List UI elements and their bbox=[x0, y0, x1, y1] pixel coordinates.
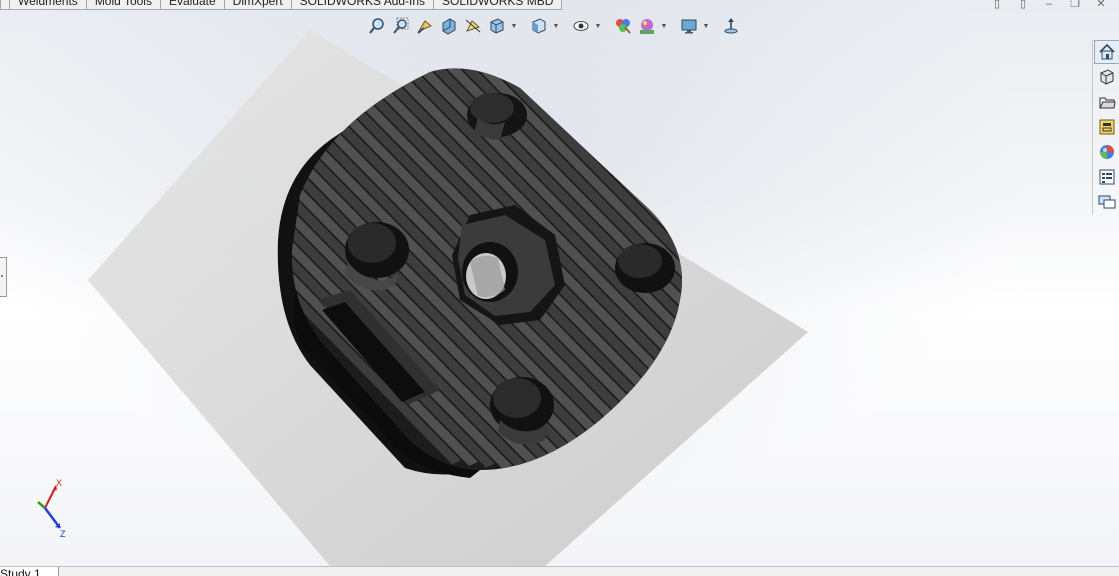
hide-show-items-icon[interactable] bbox=[570, 15, 592, 37]
task-pane bbox=[1092, 40, 1119, 214]
edit-appearance-icon[interactable] bbox=[612, 15, 634, 37]
custom-properties-icon[interactable] bbox=[1094, 165, 1119, 189]
cm-tab-weldments[interactable]: Weldments bbox=[9, 0, 87, 10]
section-view-icon[interactable] bbox=[438, 15, 460, 37]
cm-tab-mbd[interactable]: SOLIDWORKS MBD bbox=[433, 0, 563, 10]
window-controls: ▯ ▯ – ❐ ✕ bbox=[987, 0, 1119, 12]
feature-manager-flyout-handle[interactable] bbox=[0, 257, 7, 297]
view-orientation-icon[interactable] bbox=[486, 15, 508, 37]
dynamic-annotation-views-icon[interactable] bbox=[462, 15, 484, 37]
heads-up-view-toolbar: ▼ ▼ ▼ ▼ ▼ bbox=[366, 14, 742, 38]
minimize-icon[interactable]: – bbox=[1039, 0, 1059, 12]
model-view[interactable] bbox=[0, 0, 1119, 566]
view-orientation-dropdown-icon[interactable]: ▼ bbox=[510, 15, 518, 37]
display-style-dropdown-icon[interactable]: ▼ bbox=[552, 15, 560, 37]
solidworks-resources-icon[interactable] bbox=[1094, 40, 1119, 64]
zoom-to-fit-icon[interactable] bbox=[366, 15, 388, 37]
file-explorer-icon[interactable] bbox=[1094, 90, 1119, 114]
apply-scene-icon[interactable] bbox=[636, 15, 658, 37]
triad-x-label: X bbox=[56, 478, 62, 488]
design-library-icon[interactable] bbox=[1094, 65, 1119, 89]
rotate-view-icon[interactable] bbox=[720, 15, 742, 37]
display-style-icon[interactable] bbox=[528, 15, 550, 37]
boss-right bbox=[615, 243, 675, 293]
hide-show-dropdown-icon[interactable]: ▼ bbox=[594, 15, 602, 37]
tile-left-icon[interactable]: ▯ bbox=[987, 0, 1007, 12]
view-settings-icon[interactable] bbox=[678, 15, 700, 37]
previous-view-icon[interactable] bbox=[414, 15, 436, 37]
cm-tab-addins[interactable]: SOLIDWORKS Add-Ins bbox=[290, 0, 435, 10]
view-settings-dropdown-icon[interactable]: ▼ bbox=[702, 15, 710, 37]
tile-right-icon[interactable]: ▯ bbox=[1013, 0, 1033, 12]
cm-tab-evaluate[interactable]: Evaluate bbox=[159, 0, 225, 10]
cm-tab-mold-tools[interactable]: Mold Tools bbox=[85, 0, 161, 10]
cm-tab-dimxpert[interactable]: DimXpert bbox=[223, 0, 292, 10]
view-palette-icon[interactable] bbox=[1094, 115, 1119, 139]
reference-triad[interactable]: X Z bbox=[30, 478, 75, 538]
solidworks-forum-icon[interactable] bbox=[1094, 190, 1119, 214]
apply-scene-dropdown-icon[interactable]: ▼ bbox=[660, 15, 668, 37]
appearances-scenes-icon[interactable] bbox=[1094, 140, 1119, 164]
triad-z-label: Z bbox=[60, 529, 66, 538]
zoom-to-area-icon[interactable] bbox=[390, 15, 412, 37]
close-icon[interactable]: ✕ bbox=[1091, 0, 1111, 12]
triad-y-axis bbox=[37, 501, 46, 509]
command-manager-tabs: Weldments Mold Tools Evaluate DimXpert S… bbox=[0, 0, 563, 10]
restore-icon[interactable]: ❐ bbox=[1065, 0, 1085, 12]
